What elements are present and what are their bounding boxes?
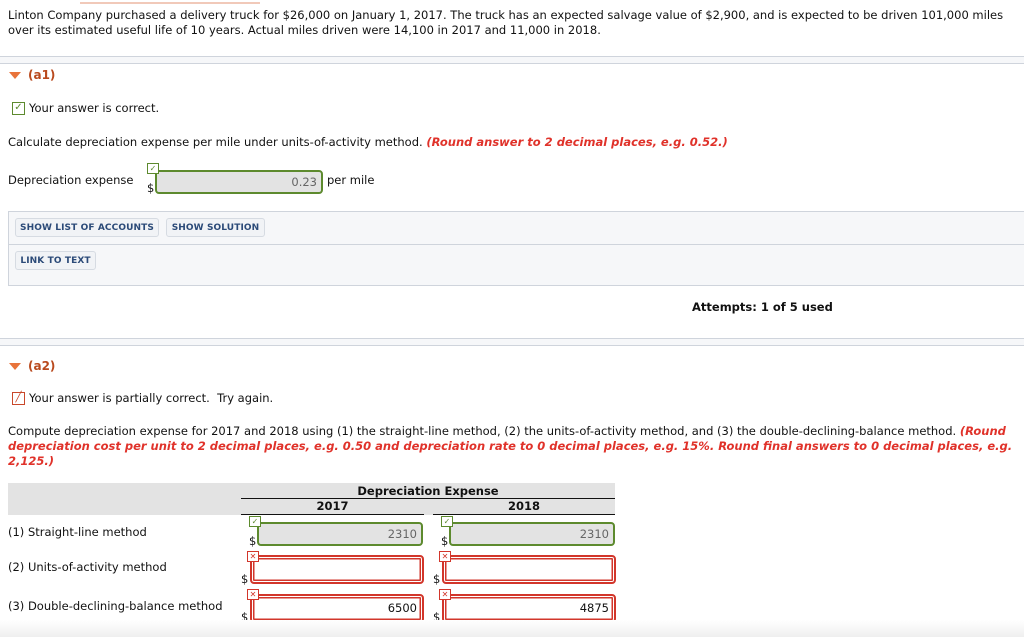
row-label-straight-line: (1) Straight-line method xyxy=(8,525,147,539)
column-rule-2017 xyxy=(241,514,424,515)
currency-symbol: $ xyxy=(441,534,449,548)
problem-statement: Linton Company purchased a delivery truc… xyxy=(8,8,1004,37)
column-header-2018: 2018 xyxy=(507,499,540,513)
show-list-of-accounts-button[interactable]: SHOW LIST OF ACCOUNTS xyxy=(15,218,159,237)
a1-tools-panel xyxy=(8,211,1024,245)
pencil-icon: ╱ xyxy=(12,391,25,405)
a1-status: ✓ Your answer is correct. xyxy=(12,101,159,115)
a2-status-text: Your answer is partially correct. Try ag… xyxy=(29,391,274,405)
check-icon: ✓ xyxy=(147,163,159,174)
bottom-fade xyxy=(0,620,1024,637)
units-of-activity-2017-input[interactable] xyxy=(250,555,424,584)
section-divider xyxy=(0,56,1024,64)
straight-line-2018-input[interactable]: 2310 xyxy=(449,522,615,546)
attempts-counter: Attempts: 1 of 5 used xyxy=(692,300,833,314)
depreciation-expense-header: Depreciation Expense xyxy=(357,484,499,498)
x-mark-icon: ✕ xyxy=(439,589,451,600)
check-icon: ✓ xyxy=(441,516,453,527)
a2-status: ╱ Your answer is partially correct. Try … xyxy=(12,391,273,405)
link-to-text-button[interactable]: LINK TO TEXT xyxy=(15,251,96,270)
currency-symbol: $ xyxy=(147,181,155,195)
depreciation-per-mile-input[interactable]: 0.23 xyxy=(155,170,323,194)
part-a2-header[interactable]: (a2) xyxy=(9,359,55,373)
currency-symbol: $ xyxy=(249,534,257,548)
x-mark-icon: ✕ xyxy=(247,551,259,562)
x-mark-icon: ✕ xyxy=(439,551,451,562)
currency-symbol: $ xyxy=(241,572,249,586)
straight-line-2017-input[interactable]: 2310 xyxy=(257,522,423,546)
part-a1-label: (a1) xyxy=(28,68,56,82)
part-a2-label: (a2) xyxy=(28,359,56,373)
column-rule-2018 xyxy=(433,514,615,515)
section-divider xyxy=(0,338,1024,346)
currency-symbol: $ xyxy=(433,572,441,586)
collapse-triangle-icon[interactable] xyxy=(9,71,21,79)
check-icon: ✓ xyxy=(249,516,261,527)
a1-instruction-note: (Round answer to 2 decimal places, e.g. … xyxy=(426,135,728,149)
a1-instruction-text: Calculate depreciation expense per mile … xyxy=(8,135,423,149)
units-of-activity-2018-input[interactable] xyxy=(442,555,616,584)
a1-instruction: Calculate depreciation expense per mile … xyxy=(8,135,728,149)
per-mile-label: per mile xyxy=(327,173,375,187)
a2-instruction-text: Compute depreciation expense for 2017 an… xyxy=(8,424,957,438)
part-a1-header[interactable]: (a1) xyxy=(9,68,55,82)
row-label-units-of-activity: (2) Units-of-activity method xyxy=(8,560,167,574)
a2-instruction: Compute depreciation expense for 2017 an… xyxy=(8,424,1018,469)
collapse-triangle-icon[interactable] xyxy=(9,362,21,370)
depreciation-expense-label: Depreciation expense xyxy=(8,173,134,187)
show-solution-button[interactable]: SHOW SOLUTION xyxy=(166,218,265,237)
double-declining-2018-input[interactable]: 4875 xyxy=(442,594,616,623)
double-declining-2017-input[interactable]: 6500 xyxy=(250,594,424,623)
a1-status-text: Your answer is correct. xyxy=(29,101,160,115)
previous-section-edge xyxy=(80,0,260,4)
x-mark-icon: ✕ xyxy=(247,589,259,600)
row-label-double-declining-balance: (3) Double-declining-balance method xyxy=(8,599,223,613)
a1-link-panel xyxy=(8,244,1024,286)
column-header-2017: 2017 xyxy=(316,499,349,513)
check-icon: ✓ xyxy=(12,101,25,115)
